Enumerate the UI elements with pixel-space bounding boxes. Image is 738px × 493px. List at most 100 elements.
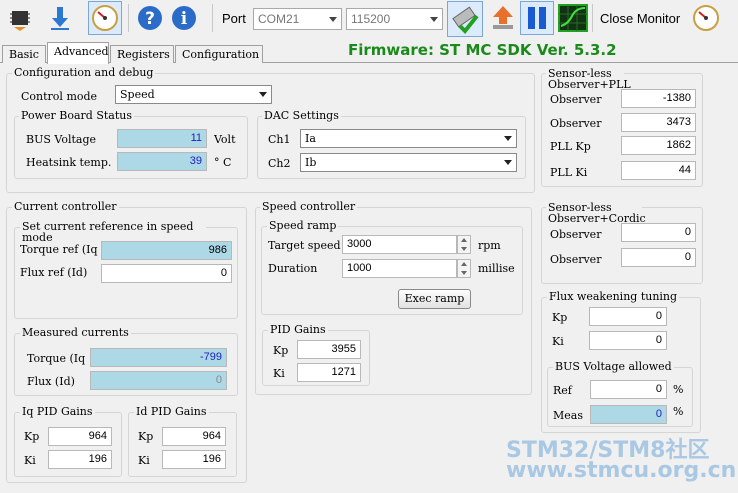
ref-label: Ref [553,384,572,397]
ref-unit: % [673,383,684,396]
pll-kp-field[interactable]: 1862 [621,136,696,155]
torque-ref-field[interactable]: 986 [101,241,232,260]
spin-down-icon[interactable] [461,271,467,275]
ref-field[interactable]: 0 [590,380,667,399]
fw-ki-field[interactable]: 0 [589,331,667,350]
target-speed-field[interactable]: 3000 [342,235,457,254]
tab-configuration[interactable]: Configuration [175,45,263,63]
exec-ramp-button[interactable]: Exec ramp [398,289,471,309]
speed-ki-label: Ki [273,367,285,380]
speed-ramp-title: Speed ramp [267,219,339,232]
tab-basic[interactable]: Basic [2,45,46,63]
pll-ki-field[interactable]: 44 [621,161,696,180]
iq-ki-label: Ki [24,454,36,467]
heatsink-field: 39 [117,152,207,171]
watermark-url: www.stmcu.org.cn [506,458,737,483]
current-controller-title: Current controller [12,200,119,213]
chart-icon[interactable] [557,2,589,34]
baud-value: 115200 [351,12,391,26]
ch2-value: Ib [305,156,317,169]
chevron-down-icon [504,160,512,165]
toolbar-separator [592,4,593,32]
tab-registers[interactable]: Registers [110,45,174,63]
speed-kp-field[interactable]: 3955 [297,340,361,359]
cordic-observer2-label: Observer [550,253,602,266]
iq-pid-title: Iq PID Gains [20,405,95,418]
duration-label: Duration [268,262,318,275]
flux-weakening-title: Flux weakening tuning [547,290,680,303]
spin-up-icon[interactable] [461,262,467,266]
help-icon[interactable]: ? [134,2,166,34]
torque-label: Torque (Iq [27,352,86,365]
pause-icon[interactable] [520,1,554,35]
svg-text:?: ? [145,9,155,29]
bus-voltage-label: BUS Voltage [26,133,96,146]
id-kp-label: Kp [138,430,154,443]
download-icon[interactable] [44,2,76,34]
id-pid-title: Id PID Gains [134,405,209,418]
pll-kp-label: PLL Kp [550,140,591,153]
heatsink-label: Heatsink temp. [26,156,112,169]
chip-icon[interactable] [4,2,36,34]
svg-text:i: i [181,9,188,29]
toolbar-separator [128,4,129,32]
chevron-down-icon [430,17,438,22]
ch2-select[interactable]: Ib [300,153,517,172]
id-ki-label: Ki [138,454,150,467]
connect-icon[interactable] [447,1,483,37]
info-icon[interactable]: i [168,2,200,34]
power-board-title: Power Board Status [19,109,134,122]
chevron-down-icon [504,136,512,141]
duration-spinner[interactable] [457,259,471,278]
pll-ki-label: PLL Ki [550,166,588,179]
duration-field[interactable]: 1000 [342,259,457,278]
spin-up-icon[interactable] [461,238,467,242]
flux-ref-label: Flux ref (Id) [20,266,88,279]
observer1-label: Observer [550,93,602,106]
heatsink-unit: ° C [214,156,232,169]
gauge-icon[interactable] [88,1,122,35]
speed-ki-field[interactable]: 1271 [297,363,361,382]
control-mode-select[interactable]: Speed [115,85,272,104]
iq-ki-field[interactable]: 196 [48,450,112,469]
baud-select[interactable]: 115200 [346,8,443,30]
cordic-observer1-label: Observer [550,228,602,241]
port-value: COM21 [258,12,300,26]
port-label: Port [222,11,246,26]
flux-field: 0 [90,371,227,390]
id-kp-field[interactable]: 964 [162,427,226,446]
ch1-select[interactable]: Ia [300,129,517,148]
spin-down-icon[interactable] [461,247,467,251]
firmware-version: Firmware: ST MC SDK Ver. 5.3.2 [348,41,617,59]
iq-kp-field[interactable]: 964 [48,427,112,446]
iq-kp-label: Kp [24,430,40,443]
upload-icon[interactable] [487,2,519,34]
close-monitor-label[interactable]: Close Monitor [600,11,680,26]
ch2-label: Ch2 [268,157,291,170]
flux-ref-field[interactable]: 0 [101,264,232,283]
fw-kp-field[interactable]: 0 [589,307,667,326]
speed-kp-label: Kp [273,344,289,357]
fw-ki-label: Ki [552,335,564,348]
tab-advanced[interactable]: Advanced [47,42,109,64]
measured-currents-title: Measured currents [20,326,131,339]
torque-ref-label: Torque ref (Iq [20,243,98,256]
id-ki-field[interactable]: 196 [162,450,226,469]
control-mode-value: Speed [120,88,155,101]
dac-title: DAC Settings [262,109,341,122]
current-ref-title: Set current reference in speed mode [20,221,206,243]
flux-label: Flux (Id) [27,375,75,388]
config-title: Configuration and debug [12,66,156,79]
toolbar: ? i Port COM21 115200 Close Monitor [0,0,738,38]
observer1-field: -1380 [621,89,696,108]
fw-kp-label: Kp [552,311,568,324]
duration-unit: millise [478,262,515,275]
ch1-value: Ia [305,132,316,145]
cordic-observer2-field: 0 [621,248,696,267]
meas-field: 0 [590,405,667,424]
speed-pid-title: PID Gains [268,323,328,336]
port-select[interactable]: COM21 [253,8,342,30]
control-mode-label: Control mode [21,90,98,103]
target-speed-spinner[interactable] [457,235,471,254]
gauge-icon[interactable] [690,2,722,34]
